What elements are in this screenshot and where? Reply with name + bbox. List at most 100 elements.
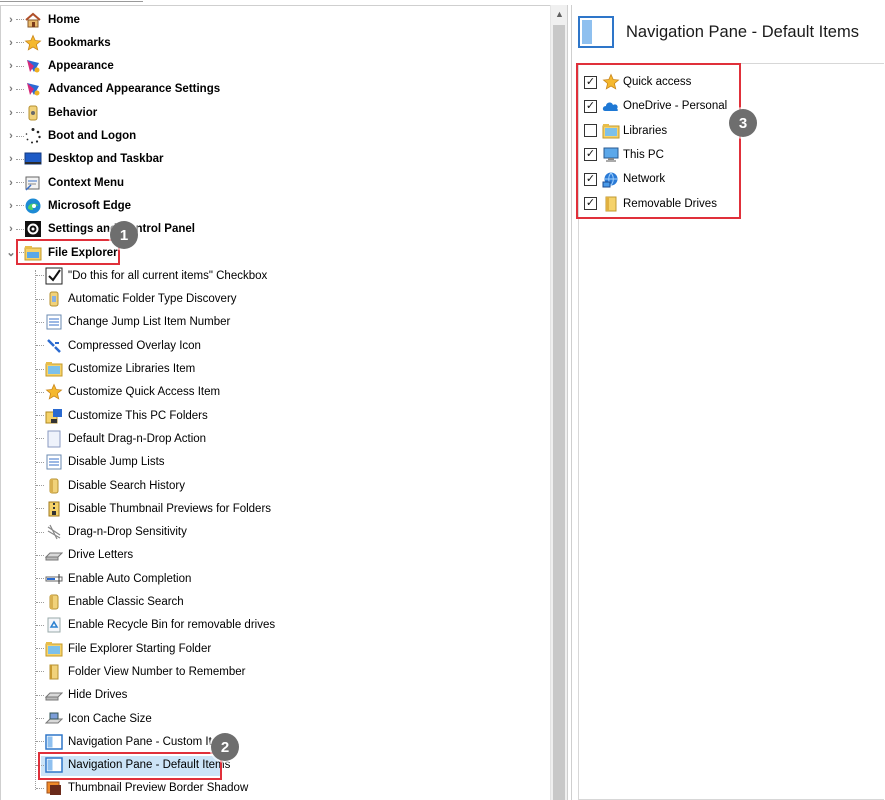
drive-icon — [45, 686, 63, 704]
tree-item-home[interactable]: › Home — [1, 8, 551, 31]
star-icon — [24, 34, 42, 52]
tree-item-icon-cache-size[interactable]: Icon Cache Size — [1, 707, 551, 730]
zip-folder-icon — [45, 500, 63, 518]
tree-item-drag-n-drop-sensitivity[interactable]: Drag-n-Drop Sensitivity — [1, 521, 551, 544]
nav-pane-icon — [45, 733, 63, 751]
tree-item-label: Desktop and Taskbar — [48, 153, 164, 166]
libraries-icon — [45, 640, 63, 658]
tree-item-label: Context Menu — [48, 176, 125, 189]
step-badge-3: 3 — [729, 109, 757, 137]
tree-item-label: Change Jump List Item Number — [68, 316, 231, 329]
tree-item-drive-letters[interactable]: Drive Letters — [1, 544, 551, 567]
behavior-icon — [24, 104, 42, 122]
tree-item-label: Advanced Appearance Settings — [48, 83, 221, 96]
tree-item-disable-search-history[interactable]: Disable Search History — [1, 474, 551, 497]
tree-item-context-menu[interactable]: › Context Menu — [1, 171, 551, 194]
tree-item-microsoft-edge[interactable]: › Microsoft Edge — [1, 194, 551, 217]
chevron-right-icon[interactable]: › — [6, 14, 16, 26]
tree-item-label: Thumbnail Preview Border Shadow — [68, 782, 249, 795]
tree-item-label: Appearance — [48, 60, 114, 73]
recycle-bin-icon — [45, 616, 63, 634]
tree-item-label: Drive Letters — [68, 549, 134, 562]
autocomplete-icon — [45, 570, 63, 588]
chevron-right-icon[interactable]: › — [6, 177, 16, 189]
tree-item-customize-libraries-item[interactable]: Customize Libraries Item — [1, 358, 551, 381]
tree-item--do-this-for-all-current-items-checkbox[interactable]: "Do this for all current items" Checkbox — [1, 264, 551, 287]
tree-item-enable-auto-completion[interactable]: Enable Auto Completion — [1, 567, 551, 590]
settings-tree[interactable]: › Home › Bookmarks › Appearance › Advanced Appe… — [0, 5, 568, 800]
tree-item-default-drag-n-drop-action[interactable]: Default Drag-n-Drop Action — [1, 427, 551, 450]
icon-cache-icon — [45, 710, 63, 728]
tree-item-disable-jump-lists[interactable]: Disable Jump Lists — [1, 451, 551, 474]
tree-item-label: Automatic Folder Type Discovery — [68, 293, 237, 306]
tree-item-label: Bookmarks — [48, 36, 111, 49]
chevron-right-icon[interactable]: › — [6, 153, 16, 165]
tree-item-compressed-overlay-icon[interactable]: Compressed Overlay Icon — [1, 334, 551, 357]
tree-item-advanced-appearance-settings[interactable]: › Advanced Appearance Settings — [1, 78, 551, 101]
tree-item-thumbnail-preview-border-shadow[interactable]: Thumbnail Preview Border Shadow — [1, 777, 551, 800]
tree-item-label: Disable Search History — [68, 479, 185, 492]
chevron-right-icon[interactable]: › — [6, 130, 16, 142]
tree-item-navigation-pane-custom-items[interactable]: Navigation Pane - Custom Items — [1, 730, 551, 753]
tree-item-label: Hide Drives — [68, 689, 128, 702]
search-history-icon — [45, 593, 63, 611]
tree-item-label: Enable Recycle Bin for removable drives — [68, 619, 276, 632]
chevron-down-icon[interactable]: ⌄ — [6, 247, 16, 259]
palette-icon — [24, 57, 42, 75]
tree-item-enable-recycle-bin-for-removable-drives[interactable]: Enable Recycle Bin for removable drives — [1, 614, 551, 637]
tree-item-hide-drives[interactable]: Hide Drives — [1, 684, 551, 707]
home-icon — [24, 11, 42, 29]
boot-icon — [24, 127, 42, 145]
tree-item-file-explorer-starting-folder[interactable]: File Explorer Starting Folder — [1, 637, 551, 660]
sensitivity-icon — [45, 523, 63, 541]
tree-item-customize-quick-access-item[interactable]: Customize Quick Access Item — [1, 381, 551, 404]
compressed-arrows-icon — [45, 337, 63, 355]
tree-item-label: Drag-n-Drop Sensitivity — [68, 526, 187, 539]
chevron-right-icon[interactable]: › — [6, 200, 16, 212]
gear-icon — [24, 220, 42, 238]
tree-item-label: Disable Thumbnail Previews for Folders — [68, 502, 272, 515]
tree-item-folder-view-number-to-remember[interactable]: Folder View Number to Remember — [1, 660, 551, 683]
folder-view-icon — [45, 663, 63, 681]
highlight-default-items — [576, 63, 741, 219]
chevron-right-icon[interactable]: › — [6, 37, 16, 49]
tree-scrollbar[interactable]: ▲ — [550, 5, 567, 800]
highlight-file-explorer — [16, 239, 120, 265]
tree-item-automatic-folder-type-discovery[interactable]: Automatic Folder Type Discovery — [1, 288, 551, 311]
tree-item-appearance[interactable]: › Appearance — [1, 55, 551, 78]
step-badge-2: 2 — [211, 733, 239, 761]
scrollbar-thumb[interactable] — [553, 25, 565, 800]
tree-item-label: Default Drag-n-Drop Action — [68, 432, 207, 445]
page-icon — [45, 430, 63, 448]
tree-item-label: Enable Classic Search — [68, 596, 184, 608]
chevron-right-icon[interactable]: › — [6, 83, 16, 95]
tree-item-disable-thumbnail-previews-for-folders[interactable]: Disable Thumbnail Previews for Folders — [1, 497, 551, 520]
highlight-nav-pane-default — [38, 752, 222, 780]
tree-item-label: Folder View Number to Remember — [68, 665, 246, 678]
tree-item-label: "Do this for all current items" Checkbox — [68, 269, 268, 282]
tree-item-label: Behavior — [48, 106, 98, 119]
tree-item-settings-and-control-panel[interactable]: › Settings and Control Panel — [1, 218, 551, 241]
tree-item-customize-this-pc-folders[interactable]: Customize This PC Folders — [1, 404, 551, 427]
tree-item-boot-and-logon[interactable]: › Boot and Logon — [1, 125, 551, 148]
tree-item-bookmarks[interactable]: › Bookmarks — [1, 31, 551, 54]
tree-item-label: Home — [48, 13, 80, 26]
scroll-up-arrow-icon[interactable]: ▲ — [551, 5, 568, 22]
folder-type-icon — [45, 290, 63, 308]
chevron-right-icon[interactable]: › — [6, 223, 16, 235]
tree-item-label: Icon Cache Size — [68, 712, 152, 725]
edge-icon — [24, 197, 42, 215]
chevron-right-icon[interactable]: › — [6, 60, 16, 72]
tree-item-desktop-and-taskbar[interactable]: › Desktop and Taskbar — [1, 148, 551, 171]
tree-item-change-jump-list-item-number[interactable]: Change Jump List Item Number — [1, 311, 551, 334]
tree-item-label: Disable Jump Lists — [68, 456, 165, 469]
tree-item-label: Compressed Overlay Icon — [68, 339, 201, 352]
tree-item-behavior[interactable]: › Behavior — [1, 101, 551, 124]
tree-item-label: Navigation Pane - Custom Items — [68, 735, 234, 748]
tree-item-enable-classic-search[interactable]: Enable Classic Search — [1, 591, 551, 614]
star-icon — [45, 383, 63, 401]
window-top-edge — [0, 0, 143, 2]
tree-item-label: Customize Libraries Item — [68, 363, 196, 375]
tree-item-label: File Explorer Starting Folder — [68, 642, 212, 655]
chevron-right-icon[interactable]: › — [6, 107, 16, 119]
